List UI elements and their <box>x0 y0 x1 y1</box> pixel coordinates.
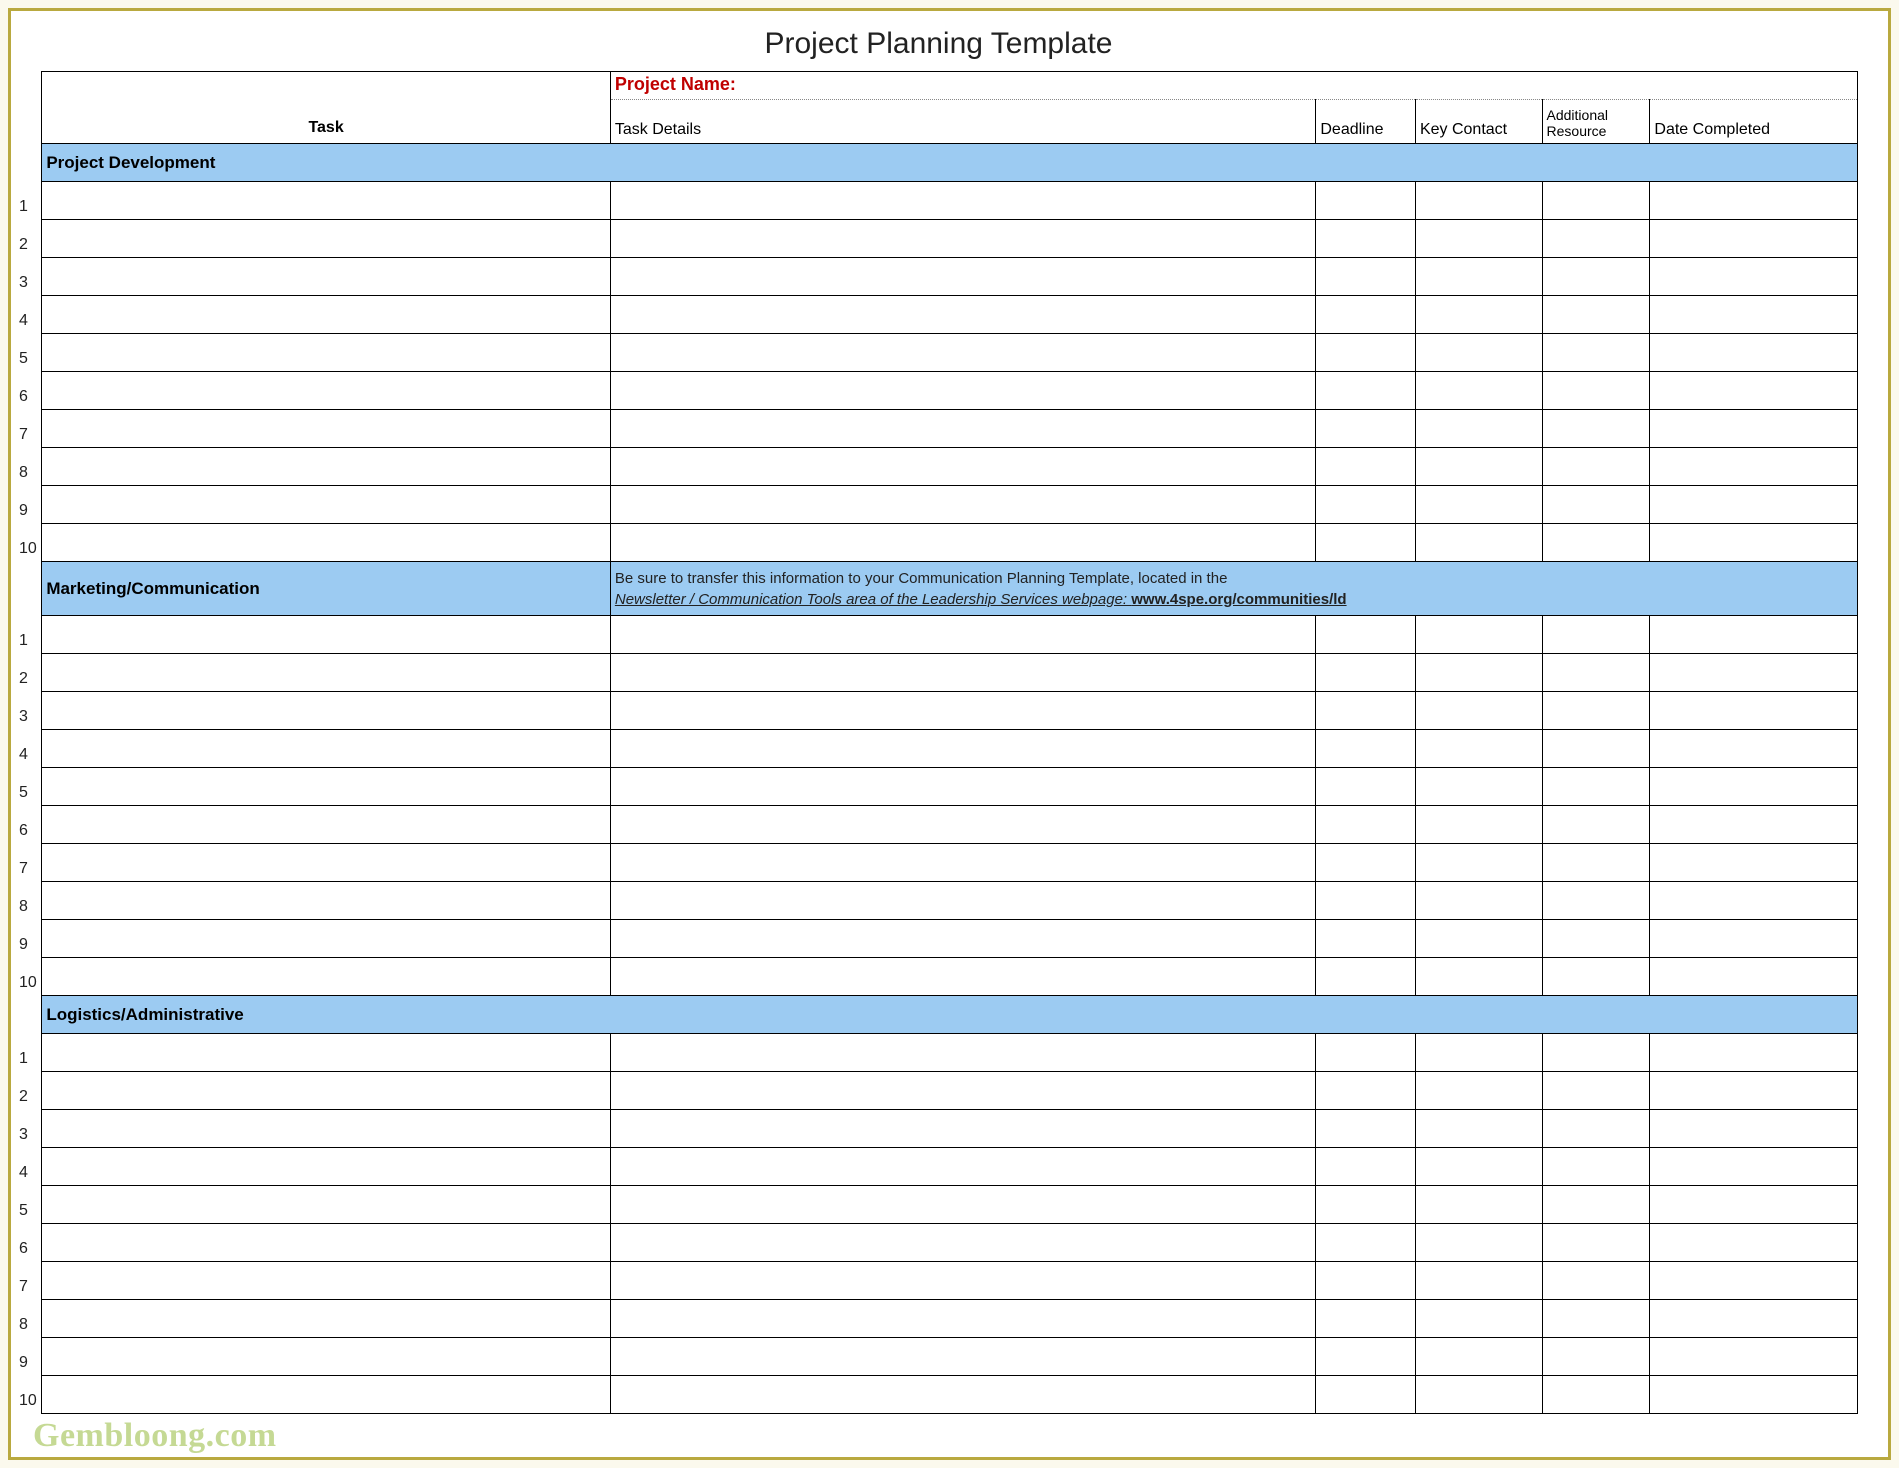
header-key-contact: Key Contact <box>1420 121 1507 138</box>
table-row: 5 <box>19 334 1858 372</box>
table-row: 5 <box>19 768 1858 806</box>
project-name-label: Project Name: <box>615 74 736 94</box>
table-row: 3 <box>19 692 1858 730</box>
table-row: 1 <box>19 182 1858 220</box>
table-row: 8 <box>19 882 1858 920</box>
section-note-line1: Be sure to transfer this information to … <box>615 570 1228 587</box>
table-row: 8 <box>19 448 1858 486</box>
section-note-line2: Newsletter / Communication Tools area of… <box>615 591 1131 608</box>
header-task: Task <box>308 119 343 136</box>
header-task-details: Task Details <box>615 121 701 138</box>
table-row: 7 <box>19 1262 1858 1300</box>
table-row: 4 <box>19 730 1858 768</box>
section-name: Logistics/Administrative <box>46 1005 243 1024</box>
table-row: 10 <box>19 1376 1858 1414</box>
watermark: Gembloong.com <box>33 1417 277 1455</box>
header-date-completed: Date Completed <box>1654 121 1770 138</box>
table-row: 3 <box>19 1110 1858 1148</box>
table-row: 1 <box>19 1034 1858 1072</box>
table-row: 9 <box>19 486 1858 524</box>
table-row: 3 <box>19 258 1858 296</box>
table-row: 2 <box>19 1072 1858 1110</box>
table-row: 7 <box>19 410 1858 448</box>
header-additional-resource: Additional Resource <box>1547 107 1609 138</box>
section-header-marketing: Marketing/Communication Be sure to trans… <box>19 562 1858 616</box>
table-row: 1 <box>19 616 1858 654</box>
table-row: 4 <box>19 296 1858 334</box>
table-row: 2 <box>19 654 1858 692</box>
table-row: 2 <box>19 220 1858 258</box>
template-document: Project Planning Template Task Project N… <box>8 8 1891 1460</box>
table-row: 4 <box>19 1148 1858 1186</box>
table-row: 9 <box>19 1338 1858 1376</box>
header-deadline: Deadline <box>1320 121 1383 138</box>
table-row: 6 <box>19 1224 1858 1262</box>
table-row: 8 <box>19 1300 1858 1338</box>
section-header-project-development: Project Development <box>19 144 1858 182</box>
table-row: 7 <box>19 844 1858 882</box>
project-name-row: Task Project Name: <box>19 72 1858 100</box>
section-note-link: www.4spe.org/communities/ld <box>1131 591 1346 608</box>
table-row: 10 <box>19 524 1858 562</box>
table-row: 6 <box>19 806 1858 844</box>
table-row: 6 <box>19 372 1858 410</box>
section-header-logistics: Logistics/Administrative <box>19 996 1858 1034</box>
section-name: Project Development <box>46 153 215 172</box>
table-row: 9 <box>19 920 1858 958</box>
table-row: 5 <box>19 1186 1858 1224</box>
page-title: Project Planning Template <box>19 11 1858 71</box>
table-row: 10 <box>19 958 1858 996</box>
planning-table: Task Project Name: Task Details Deadline… <box>19 71 1858 1414</box>
section-name: Marketing/Communication <box>46 579 259 598</box>
